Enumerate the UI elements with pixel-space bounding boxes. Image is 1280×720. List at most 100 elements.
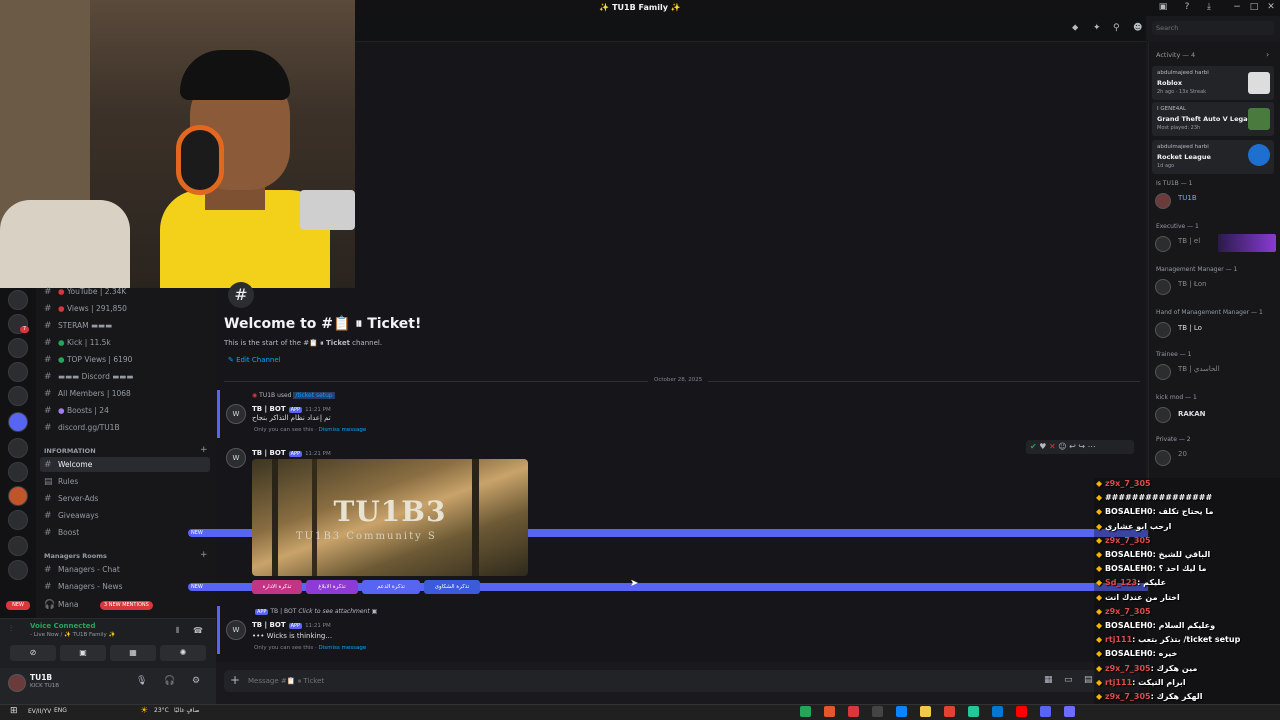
edge-icon[interactable] (896, 706, 907, 717)
add-channel-icon[interactable]: + (200, 445, 208, 455)
channel-managers-chat[interactable]: # Managers - Chat (44, 562, 209, 577)
folder-icon[interactable] (920, 706, 931, 717)
stat-channel[interactable]: # STERAM ▬▬▬ (44, 318, 209, 333)
voice-detail[interactable]: - Live Now / ✨ TU1B Family ✨ (30, 632, 115, 638)
sticker-icon[interactable]: ▤ (1084, 675, 1093, 685)
youtube-icon[interactable] (1016, 706, 1027, 717)
member-avatar[interactable] (1155, 450, 1171, 466)
stat-channel[interactable]: # ● YouTube | 2.34K (44, 284, 209, 299)
search-input[interactable] (1152, 21, 1274, 35)
channel-server-ads[interactable]: # Server-Ads (44, 491, 209, 506)
app-icon[interactable] (872, 706, 883, 717)
command-reply[interactable]: APP TB | BOT Click to see attachment ▣ (252, 608, 377, 615)
screen-share-button[interactable]: ▣ (60, 645, 106, 661)
gif-icon[interactable]: ▭ (1064, 675, 1073, 685)
pin-icon[interactable]: ⚲ (1113, 23, 1120, 33)
channel-welcome[interactable]: # Welcome (40, 457, 210, 472)
avatar[interactable] (8, 674, 26, 692)
stat-channel[interactable]: # ● Views | 291,850 (44, 301, 209, 316)
dismiss-link[interactable]: Dismiss message (319, 645, 367, 651)
x-icon[interactable]: ✕ (1049, 442, 1056, 451)
bot-avatar[interactable]: W (226, 620, 246, 640)
category-information[interactable]: INFORMATION (44, 447, 96, 455)
server-icon[interactable] (8, 510, 28, 530)
app-icon[interactable] (1064, 706, 1075, 717)
soundboard-button[interactable]: ✺ (160, 645, 206, 661)
gift-icon[interactable]: ▦ (1044, 675, 1053, 685)
server-icon[interactable] (8, 536, 28, 556)
add-attachment-icon[interactable]: + (230, 673, 240, 687)
member-avatar[interactable] (1155, 236, 1171, 252)
bot-name[interactable]: TB | BOT (252, 621, 286, 629)
server-icon[interactable] (8, 362, 28, 382)
member-name[interactable]: TB | الحاسدي (1178, 365, 1220, 373)
bot-avatar[interactable]: W (226, 448, 246, 468)
windows-icon[interactable]: ⊞ (10, 706, 18, 716)
app-icon[interactable] (968, 706, 979, 717)
check-icon[interactable]: ✔ (1030, 442, 1037, 451)
new-mentions-pill[interactable]: 3 NEW MENTIONS (100, 601, 153, 610)
add-channel-icon[interactable]: + (200, 550, 208, 560)
members-icon[interactable]: ☻ (1133, 23, 1142, 33)
server-icon[interactable] (8, 438, 28, 458)
forward-icon[interactable]: ↪ (1078, 442, 1085, 451)
ticket-report-button[interactable]: تذكرة الابلاغ (306, 580, 358, 594)
inbox-icon[interactable]: ▣ (1156, 2, 1170, 14)
command-link[interactable]: /ticket setup (293, 392, 335, 399)
category-managers[interactable]: Managers Rooms (44, 552, 107, 560)
discord-icon[interactable] (1040, 706, 1051, 717)
channel-giveaways[interactable]: # Giveaways (44, 508, 209, 523)
server-icon[interactable] (8, 386, 28, 406)
download-icon[interactable]: ⤓ (1202, 2, 1216, 14)
bot-avatar[interactable]: W (226, 404, 246, 424)
server-icon[interactable] (8, 412, 28, 432)
chrome-icon[interactable] (944, 706, 955, 717)
stat-channel[interactable]: # ● Boosts | 24 (44, 403, 209, 418)
channel-boost[interactable]: # Boost (44, 525, 209, 540)
maximize-icon[interactable]: □ (1247, 2, 1261, 14)
channel-managers-news[interactable]: # Managers - News (44, 579, 209, 594)
app-icon[interactable] (824, 706, 835, 717)
noise-icon[interactable]: ⦀ (176, 626, 180, 636)
member-avatar[interactable] (1155, 193, 1171, 209)
bot-name[interactable]: TB | BOT (252, 449, 286, 457)
stat-channel[interactable]: # ● TOP Views | 6190 (44, 352, 209, 367)
server-icon[interactable] (8, 486, 28, 506)
embed-banner-image[interactable]: TU1B3 TU1B3 Community S (252, 459, 528, 576)
heart-icon[interactable]: ♥ (1039, 442, 1046, 451)
member-name[interactable]: TB | Łon (1178, 280, 1207, 288)
close-icon[interactable]: ✕ (1264, 2, 1278, 14)
member-avatar[interactable] (1155, 279, 1171, 295)
server-icon[interactable] (8, 560, 28, 580)
minimize-icon[interactable]: − (1230, 2, 1244, 14)
member-name[interactable]: 20 (1178, 450, 1187, 458)
settings-icon[interactable]: ⚙ (192, 676, 200, 686)
more-icon[interactable]: ⋯ (1088, 442, 1096, 451)
app-icon[interactable] (800, 706, 811, 717)
server-icon[interactable] (8, 462, 28, 482)
headphones-icon[interactable]: 🎧 (164, 676, 175, 686)
chevron-right-icon[interactable]: › (1266, 50, 1269, 59)
dismiss-link[interactable]: Dismiss message (319, 427, 367, 433)
emoji-icon[interactable]: ☺ (1058, 442, 1066, 451)
member-name[interactable]: TB | el (1178, 237, 1200, 245)
ticket-complaint-button[interactable]: تذكرة الشكاوى (424, 580, 480, 594)
camera-button[interactable]: ⊘ (10, 645, 56, 661)
channel-rules[interactable]: ▤ Rules (44, 474, 209, 489)
app-icon[interactable] (848, 706, 859, 717)
member-name[interactable]: TB | Lo (1178, 324, 1202, 332)
member-name[interactable]: TU1B (1178, 194, 1197, 202)
server-icon[interactable] (8, 338, 28, 358)
member-name[interactable]: RAKAN (1178, 410, 1206, 418)
stat-channel[interactable]: # ● Kick | 11.5k (44, 335, 209, 350)
help-icon[interactable]: ? (1180, 2, 1194, 14)
server-icon[interactable] (8, 290, 28, 310)
member-avatar[interactable] (1155, 407, 1171, 423)
command-reply[interactable]: ◉ TU1B used /ticket setup (252, 392, 335, 399)
outlook-icon[interactable] (992, 706, 1003, 717)
bot-name[interactable]: TB | BOT (252, 405, 286, 413)
notification-icon[interactable]: ✦ (1093, 23, 1101, 33)
disconnect-icon[interactable]: ☎ (193, 626, 203, 635)
threads-icon[interactable]: ⬥ (1072, 23, 1078, 33)
ticket-admin-button[interactable]: تذكرة الادارة (252, 580, 302, 594)
